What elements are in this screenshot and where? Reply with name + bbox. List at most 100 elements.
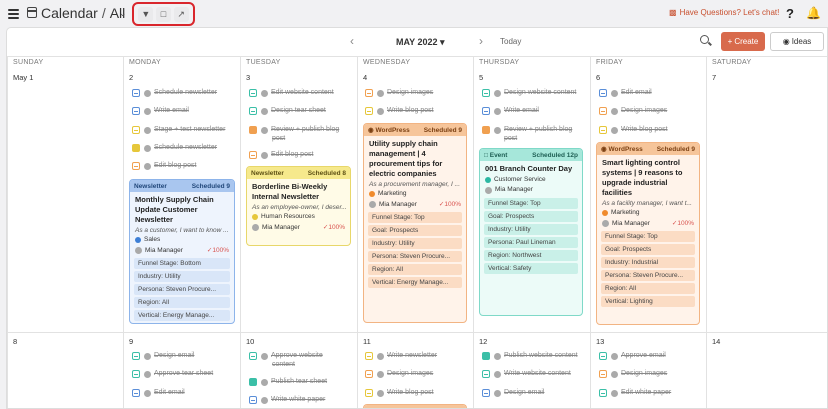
checkbox[interactable] [599, 126, 607, 134]
search-icon[interactable] [700, 35, 709, 44]
checkbox[interactable] [482, 89, 490, 97]
date-label[interactable]: 11 [363, 337, 371, 346]
task-item[interactable]: Edit blog post [249, 151, 313, 159]
task-item[interactable]: Publish website content [482, 352, 578, 360]
checkbox[interactable] [482, 107, 490, 115]
task-item[interactable]: Write blog post [365, 107, 434, 115]
comment-icon[interactable]: □ [155, 6, 171, 22]
checkbox[interactable] [599, 389, 607, 397]
prev-month-icon[interactable]: ‹ [350, 34, 354, 48]
checkbox[interactable] [599, 370, 607, 378]
checkbox[interactable] [249, 151, 257, 159]
task-item[interactable]: Edit white paper [599, 389, 671, 397]
task-item[interactable]: Write email [482, 107, 539, 115]
checkbox[interactable] [365, 352, 373, 360]
task-item[interactable]: Schedule newsletter [132, 144, 217, 152]
chevron-down-icon[interactable]: ⌄ [119, 8, 127, 19]
task-item[interactable]: Approve website [249, 352, 323, 360]
checkbox[interactable] [365, 370, 373, 378]
checkbox[interactable] [482, 370, 490, 378]
date-label[interactable]: 8 [13, 337, 17, 346]
date-label[interactable]: 13 [596, 337, 604, 346]
task-item[interactable]: Edit blog post [132, 162, 196, 170]
create-button[interactable]: + Create [721, 32, 765, 51]
task-item[interactable]: Write blog post [365, 389, 434, 397]
next-month-icon[interactable]: › [479, 34, 483, 48]
task-item[interactable]: Design images [365, 89, 433, 97]
content-card[interactable]: ◉ WordPress Scheduled 9 Smart lighting co… [596, 142, 700, 325]
bell-icon[interactable]: 🔔 [806, 6, 821, 20]
date-label[interactable]: 9 [129, 337, 133, 346]
date-label[interactable]: 2 [129, 73, 133, 82]
checkbox[interactable] [365, 389, 373, 397]
date-label[interactable]: 4 [363, 73, 367, 82]
date-label[interactable]: 6 [596, 73, 600, 82]
help-icon[interactable]: ? [786, 6, 794, 21]
checkbox[interactable] [132, 107, 140, 115]
checkbox[interactable] [132, 370, 140, 378]
task-item[interactable]: Publish tear sheet [249, 378, 327, 386]
task-item[interactable]: Stage + test newsletter [132, 126, 225, 134]
checkbox[interactable] [599, 107, 607, 115]
checkbox[interactable] [249, 352, 257, 360]
date-label[interactable]: 3 [246, 73, 250, 82]
task-item[interactable]: Approve email [599, 352, 666, 360]
checkbox[interactable] [365, 89, 373, 97]
task-item[interactable]: Write newsletter [365, 352, 437, 360]
date-label[interactable]: 7 [712, 73, 716, 82]
task-item[interactable]: Schedule newsletter [132, 89, 217, 97]
checkbox[interactable] [599, 352, 607, 360]
checkbox[interactable] [249, 107, 257, 115]
task-item[interactable]: Design images [365, 370, 433, 378]
content-card[interactable]: □ Event Scheduled 12p 001 Branch Counter … [479, 148, 583, 316]
task-item[interactable]: Approve tear sheet [132, 370, 213, 378]
ideas-button[interactable]: ◉ Ideas [770, 32, 824, 51]
filter-icon[interactable]: ▼ [138, 6, 154, 22]
task-item[interactable]: Design images [599, 107, 667, 115]
checkbox[interactable] [132, 126, 140, 134]
task-item[interactable]: Design tear sheet [249, 107, 326, 115]
today-button[interactable]: Today [500, 37, 521, 46]
checkbox[interactable] [599, 89, 607, 97]
task-item[interactable]: Write website content [482, 370, 571, 378]
task-item[interactable]: Review + publish blog [482, 126, 572, 134]
date-label[interactable]: 12 [479, 337, 487, 346]
task-item[interactable]: Write white paper [249, 396, 325, 404]
date-label[interactable]: 14 [712, 337, 720, 346]
checkbox[interactable] [482, 352, 490, 360]
task-item[interactable]: Edit website content [249, 89, 334, 97]
help-chat-link[interactable]: ▩ Have Questions? Let's chat! [669, 8, 779, 17]
checkbox[interactable] [132, 144, 140, 152]
task-item[interactable]: Review + publish blog [249, 126, 339, 134]
checkbox[interactable] [132, 352, 140, 360]
task-item[interactable]: Edit email [132, 389, 185, 397]
content-card[interactable] [363, 404, 467, 408]
content-card[interactable]: Newsletter Scheduled 8 Borderline Bi-Week… [246, 166, 351, 246]
task-item[interactable]: Write email [132, 107, 189, 115]
checkbox[interactable] [132, 89, 140, 97]
date-label[interactable]: 5 [479, 73, 483, 82]
month-selector[interactable]: MAY 2022 ▾ [396, 37, 445, 48]
content-card[interactable]: Newsletter Scheduled 9 Monthly Supply Cha… [129, 179, 235, 324]
checkbox[interactable] [132, 162, 140, 170]
task-item[interactable]: Design images [599, 370, 667, 378]
task-item[interactable]: Edit email [599, 89, 652, 97]
task-item[interactable]: Write blog post [599, 126, 668, 134]
checkbox[interactable] [249, 126, 257, 134]
date-label[interactable]: 10 [246, 337, 254, 346]
hamburger-menu-icon[interactable] [8, 7, 19, 19]
card-title: Smart lighting control systems | 9 reaso… [602, 158, 683, 197]
task-item[interactable]: Design email [482, 389, 544, 397]
checkbox[interactable] [365, 107, 373, 115]
checkbox[interactable] [482, 389, 490, 397]
date-label[interactable]: May 1 [13, 73, 33, 82]
share-icon[interactable]: ↗ [173, 6, 189, 22]
checkbox[interactable] [249, 378, 257, 386]
task-item[interactable]: Design website content [482, 89, 576, 97]
checkbox[interactable] [132, 389, 140, 397]
content-card[interactable]: ◉ WordPress Scheduled 9 Utility supply ch… [363, 123, 467, 323]
checkbox[interactable] [249, 396, 257, 404]
task-item[interactable]: Design email [132, 352, 194, 360]
checkbox[interactable] [482, 126, 490, 134]
checkbox[interactable] [249, 89, 257, 97]
